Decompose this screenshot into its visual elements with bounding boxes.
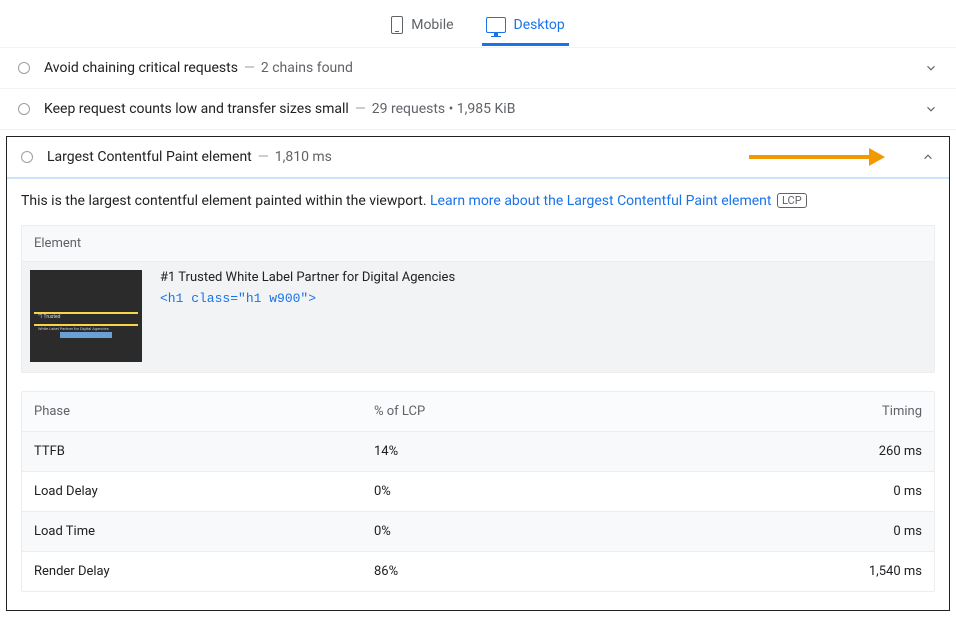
audit-expanded: Largest Contentful Paint element — 1,810… <box>6 136 950 611</box>
tab-desktop[interactable]: Desktop <box>482 7 569 46</box>
audit-meta: 2 chains found <box>261 60 353 76</box>
audit-description: This is the largest contentful element p… <box>21 193 935 209</box>
audit-row[interactable]: Keep request counts low and transfer siz… <box>0 89 956 130</box>
col-phase: Phase <box>34 404 374 419</box>
phase-table: Phase % of LCP Timing TTFB 14% 260 ms Lo… <box>21 391 935 592</box>
separator: — <box>244 60 255 76</box>
element-text: #1 Trusted White Label Partner for Digit… <box>160 270 455 285</box>
separator: — <box>258 149 269 165</box>
audit-title: Largest Contentful Paint element <box>47 149 252 165</box>
col-pct: % of LCP <box>374 404 802 419</box>
chevron-down-icon <box>924 61 938 75</box>
audit-meta: 1,810 ms <box>275 149 332 165</box>
audit-body: This is the largest contentful element p… <box>7 179 949 610</box>
table-row: Load Time 0% 0 ms <box>22 512 934 552</box>
table-row: Load Delay 0% 0 ms <box>22 472 934 512</box>
tab-desktop-label: Desktop <box>514 17 565 33</box>
separator: — <box>355 101 366 117</box>
chevron-up-icon <box>921 150 935 164</box>
status-circle-icon <box>18 103 30 115</box>
table-header-row: Phase % of LCP Timing <box>22 392 934 432</box>
element-selector[interactable]: <h1 class="h1 w900"> <box>160 291 455 306</box>
audit-meta: 29 requests • 1,985 KiB <box>372 101 516 117</box>
audit-title: Keep request counts low and transfer siz… <box>44 101 349 117</box>
col-timing: Timing <box>802 404 922 419</box>
status-circle-icon <box>18 62 30 74</box>
audit-title: Avoid chaining critical requests <box>44 60 238 76</box>
tab-mobile[interactable]: Mobile <box>387 6 457 47</box>
lcp-badge: LCP <box>777 193 807 208</box>
audit-header[interactable]: Largest Contentful Paint element — 1,810… <box>7 137 949 179</box>
element-content: "1 Trusted White Label Partner for Digit… <box>22 262 934 372</box>
element-thumbnail: "1 Trusted White Label Partner for Digit… <box>30 270 142 362</box>
learn-more-link[interactable]: Learn more about the Largest Contentful … <box>430 193 771 209</box>
chevron-down-icon <box>924 102 938 116</box>
element-box-header: Element <box>22 226 934 262</box>
desktop-icon <box>486 17 506 33</box>
annotation-arrow <box>749 148 885 166</box>
status-circle-icon <box>21 151 33 163</box>
device-tabs: Mobile Desktop <box>0 0 956 48</box>
lcp-element-box: Element "1 Trusted White Label Partner f… <box>21 225 935 373</box>
table-row: TTFB 14% 260 ms <box>22 432 934 472</box>
tab-mobile-label: Mobile <box>411 17 453 33</box>
desc-text: This is the largest contentful element p… <box>21 193 430 209</box>
table-row: Render Delay 86% 1,540 ms <box>22 552 934 591</box>
audit-row[interactable]: Avoid chaining critical requests — 2 cha… <box>0 48 956 89</box>
mobile-icon <box>391 16 403 34</box>
